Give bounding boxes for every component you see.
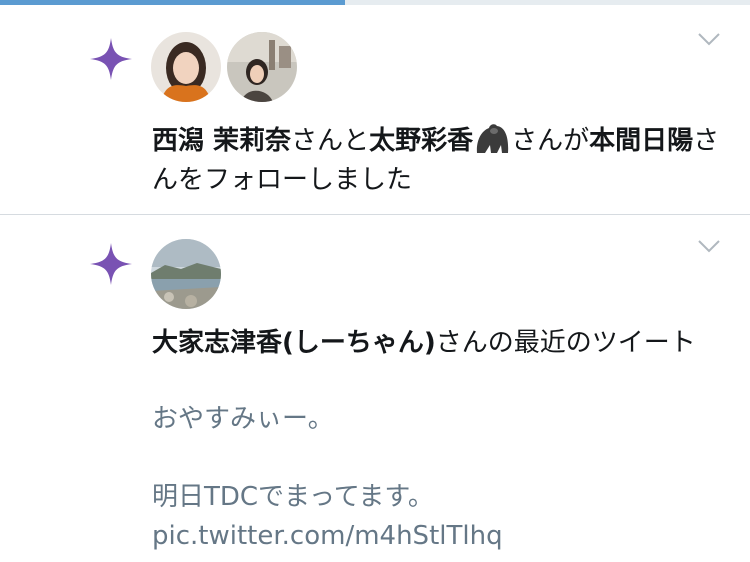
notification-follow[interactable]: 西潟 茉莉奈さんと太野彩香 さんが本間日陽さんをフォローしました [0,6,750,214]
user-name[interactable]: 大家志津香(しーちゃん) [152,328,436,358]
avatar-user2[interactable] [227,32,297,102]
sparkle-icon [90,243,132,285]
progress-bar [0,0,345,5]
chevron-down-icon[interactable] [697,32,721,46]
user-name-1[interactable]: 西潟 茉莉奈 [152,126,291,156]
target-user-name[interactable]: 本間日陽 [589,126,693,156]
progress-track [0,0,750,5]
recent-tweet-label: さんの最近のツイート [435,328,696,358]
sparkle-icon [90,38,132,80]
tweet-text-line2[interactable]: 明日TDCでまってます。 pic.twitter.com/m4hStlTlhq [152,478,732,556]
notification-text: 大家志津香(しーちゃん)さんの最近のツイート [152,324,732,363]
connector-text: さんと [291,126,370,156]
user-name-2[interactable]: 太野彩香 [369,126,473,156]
connector-text-2: さんが [511,126,590,156]
notification-text: 西潟 茉莉奈さんと太野彩香 さんが本間日陽さんをフォローしました [152,121,732,200]
gorilla-emoji [476,124,509,153]
tweet-text-line1: おやすみぃー。 [152,404,334,434]
notification-recent-tweet[interactable]: 大家志津香(しーちゃん)さんの最近のツイート おやすみぃー。 明日TDCでまって… [0,215,750,562]
avatar-user[interactable] [151,239,221,309]
chevron-down-icon[interactable] [697,239,721,253]
avatar-user1[interactable] [151,32,221,102]
